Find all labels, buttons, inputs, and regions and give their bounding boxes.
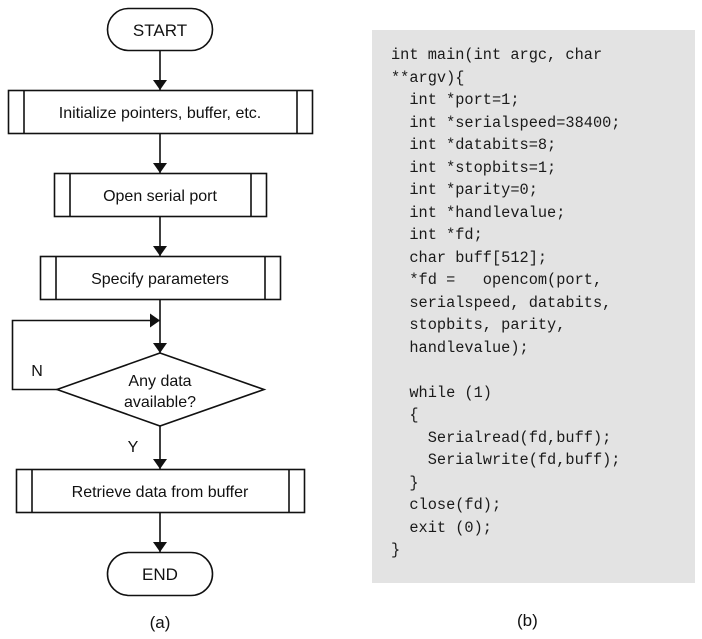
start-terminator: START [106, 7, 214, 52]
code-line: Serialwrite(fd,buff); [391, 451, 621, 469]
code-line: int main(int argc, char [391, 46, 603, 64]
process-initialize-label: Initialize pointers, buffer, etc. [59, 105, 261, 122]
decision-line2: available? [124, 394, 196, 411]
process-open-serial-port-label: Open serial port [103, 188, 217, 205]
caption-b: (b) [517, 611, 538, 630]
code-line: while (1) [391, 383, 492, 402]
no-label: N [31, 363, 43, 380]
yes-label: Y [128, 439, 139, 456]
code-line: exit (0); [391, 518, 492, 537]
code-line: int *port=1; [391, 91, 520, 109]
code-line: int *databits=8; [391, 136, 557, 154]
code-line: Serialread(fd,buff); [391, 428, 612, 447]
code-line: int *fd; [391, 226, 483, 244]
code-listing: int main(int argc, char **argv){ int *por… [372, 30, 695, 583]
code-line: handlevalue); [391, 338, 529, 357]
code-line: } [391, 541, 401, 559]
end-terminator: END [106, 551, 214, 597]
code-line: { [391, 406, 419, 424]
end-label: END [142, 565, 178, 584]
process-open-serial-port: Open serial port [53, 172, 268, 218]
process-specify-parameters: Specify parameters [39, 255, 282, 301]
code-line: **argv){ [391, 68, 465, 87]
code-line: int *serialspeed=38400; [391, 113, 621, 132]
process-retrieve-data-label: Retrieve data from buffer [72, 484, 249, 501]
decision-line1: Any data [128, 373, 191, 390]
code-line: int *handlevalue; [391, 203, 566, 222]
caption-a: (a) [150, 613, 171, 632]
code-line: int *parity=0; [391, 181, 538, 199]
code-line: int *stopbits=1; [391, 158, 557, 177]
code-line: serialspeed, databits, [391, 293, 612, 312]
start-label: START [133, 21, 187, 40]
decision-any-data-available: Any data available? [54, 352, 267, 427]
process-specify-parameters-label: Specify parameters [91, 271, 229, 288]
flowchart: START Initialize pointers, buffer, etc. … [7, 7, 314, 632]
code-line: char buff[512]; [391, 248, 548, 267]
code-line: close(fd); [391, 496, 502, 514]
process-retrieve-data: Retrieve data from buffer [15, 468, 306, 514]
code-line: stopbits, parity, [391, 316, 566, 334]
code-line: } [391, 473, 419, 492]
process-initialize: Initialize pointers, buffer, etc. [7, 89, 314, 135]
code-line: *fd = opencom(port, [391, 271, 603, 289]
